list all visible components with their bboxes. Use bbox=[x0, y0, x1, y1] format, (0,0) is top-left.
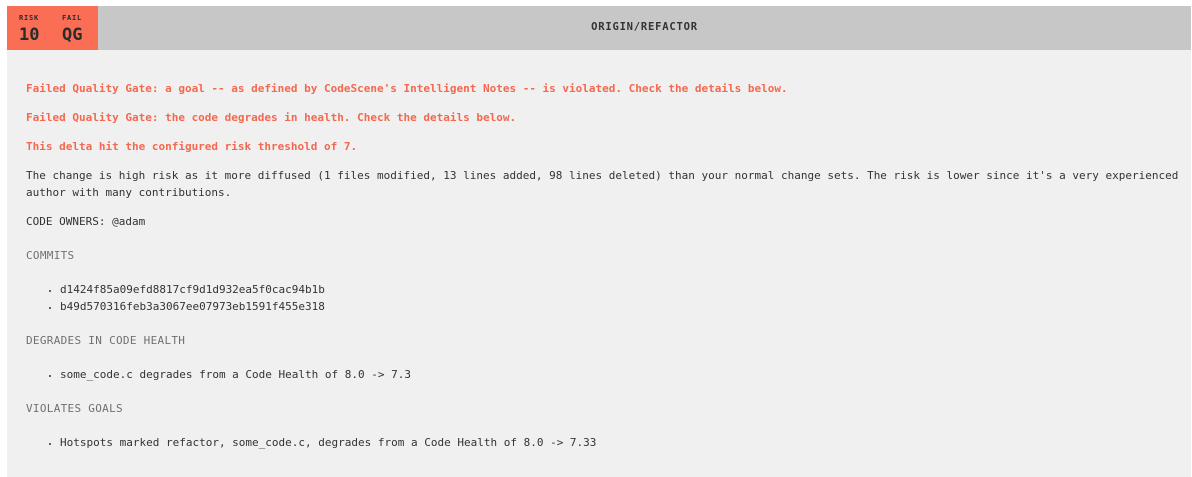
degrades-heading: DEGRADES IN CODE HEALTH bbox=[26, 334, 186, 347]
fail-label: FAIL bbox=[62, 14, 83, 22]
risk-badge: RISK 10 FAIL QG bbox=[7, 6, 98, 50]
risk-value: 10 bbox=[19, 25, 40, 45]
delta-analysis-panel: RISK 10 FAIL QG ORIGIN/REFACTOR Failed Q… bbox=[7, 6, 1191, 477]
code-owners: CODE OWNERS: @adam bbox=[26, 215, 146, 228]
commits-heading: COMMITS bbox=[26, 249, 75, 262]
warning-code-degrades: Failed Quality Gate: the code degrades i… bbox=[26, 111, 517, 124]
degrades-item: some_code.c degrades from a Code Health … bbox=[60, 366, 1186, 383]
risk-description: The change is high risk as it more diffu… bbox=[26, 169, 1179, 199]
content: Failed Quality Gate: a goal -- as define… bbox=[26, 80, 1186, 468]
commit-item: b49d570316feb3a3067ee07973eb1591f455e318 bbox=[60, 298, 1186, 315]
risk-label: RISK bbox=[19, 14, 40, 22]
violates-list: Hotspots marked refactor, some_code.c, d… bbox=[26, 434, 1186, 451]
warning-goal-violated: Failed Quality Gate: a goal -- as define… bbox=[26, 82, 788, 95]
commits-list: d1424f85a09efd8817cf9d1d932ea5f0cac94b1b… bbox=[26, 281, 1186, 315]
degrades-list: some_code.c degrades from a Code Health … bbox=[26, 366, 1186, 383]
warning-risk-threshold: This delta hit the configured risk thres… bbox=[26, 140, 358, 153]
header-bar: RISK 10 FAIL QG ORIGIN/REFACTOR bbox=[7, 6, 1191, 50]
violates-item: Hotspots marked refactor, some_code.c, d… bbox=[60, 434, 1186, 451]
fail-value: QG bbox=[62, 25, 83, 45]
branch-title: ORIGIN/REFACTOR bbox=[591, 21, 698, 33]
violates-heading: VIOLATES GOALS bbox=[26, 402, 123, 415]
commit-item: d1424f85a09efd8817cf9d1d932ea5f0cac94b1b bbox=[60, 281, 1186, 298]
